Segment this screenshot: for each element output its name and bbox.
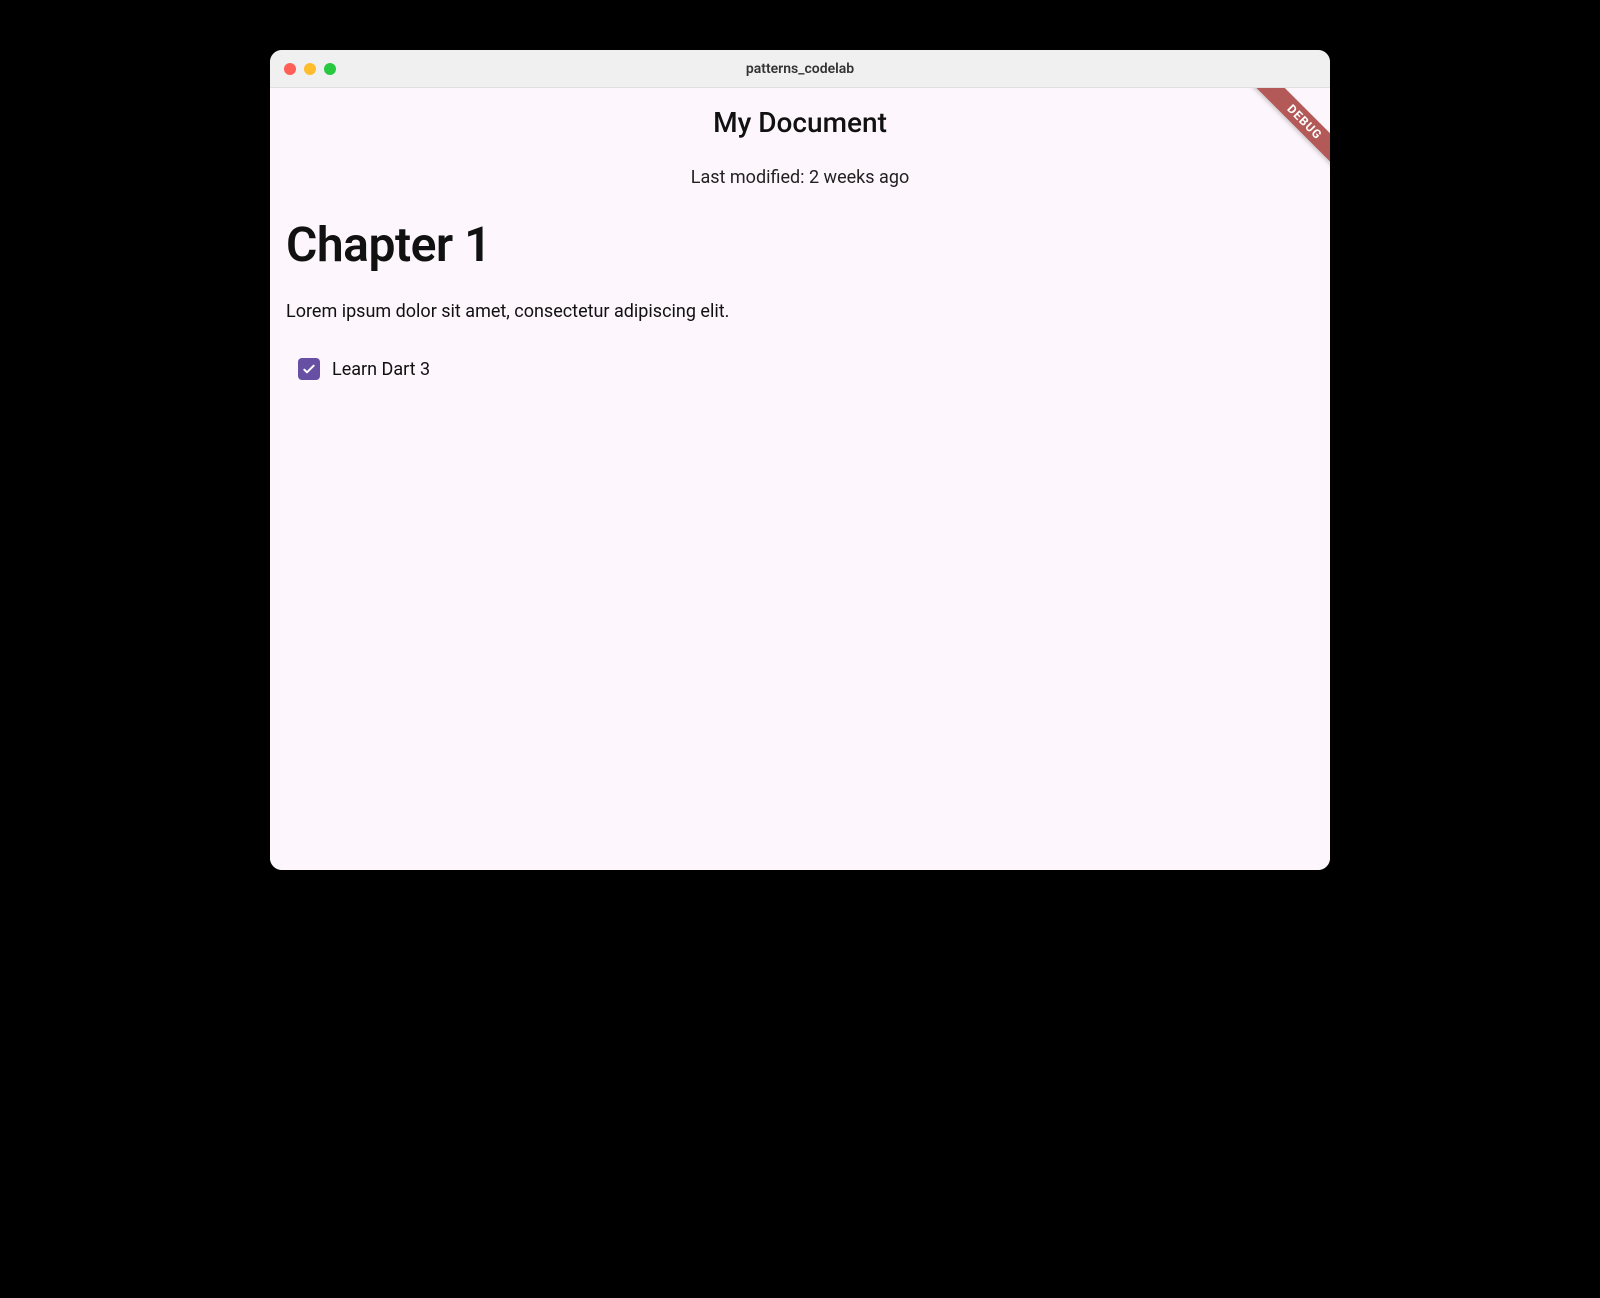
check-icon	[301, 361, 317, 377]
chapter-heading: Chapter 1	[286, 216, 1314, 273]
close-window-button[interactable]	[284, 63, 296, 75]
todo-label: Learn Dart 3	[332, 359, 430, 380]
todo-item: Learn Dart 3	[286, 358, 1314, 380]
titlebar: patterns_codelab	[270, 50, 1330, 88]
last-modified-label: Last modified: 2 weeks ago	[270, 167, 1330, 188]
traffic-lights	[284, 63, 336, 75]
document-content: Chapter 1 Lorem ipsum dolor sit amet, co…	[270, 216, 1330, 380]
app-body: DEBUG My Document Last modified: 2 weeks…	[270, 88, 1330, 870]
window-title: patterns_codelab	[270, 61, 1330, 77]
maximize-window-button[interactable]	[324, 63, 336, 75]
body-paragraph: Lorem ipsum dolor sit amet, consectetur …	[286, 301, 1314, 322]
page-title: My Document	[270, 106, 1330, 139]
todo-checkbox[interactable]	[298, 358, 320, 380]
minimize-window-button[interactable]	[304, 63, 316, 75]
app-window: patterns_codelab DEBUG My Document Last …	[270, 50, 1330, 870]
